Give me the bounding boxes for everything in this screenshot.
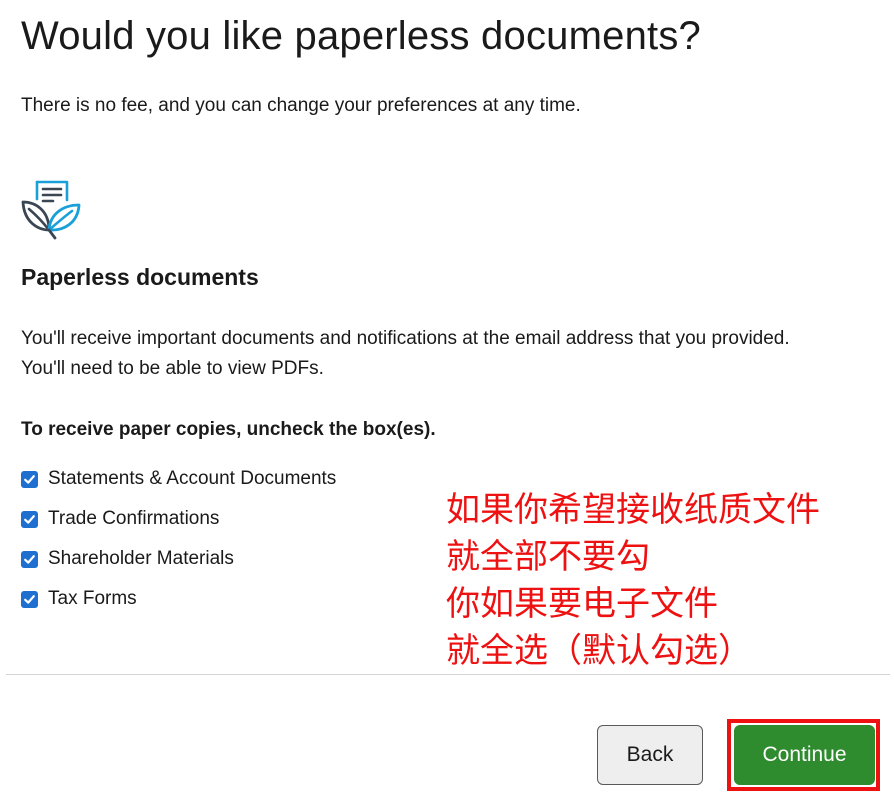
continue-button[interactable]: Continue: [734, 725, 875, 785]
annotation-line: 就全部不要勾: [446, 537, 650, 577]
paperless-heading: Paperless documents: [21, 264, 259, 290]
back-button[interactable]: Back: [597, 725, 703, 785]
checkbox-checked-icon[interactable]: [21, 550, 38, 568]
red-annotation-note: 如果你希望接收纸质文件 就全部不要勾 你如果要电子文件 就全选（默认勾选）: [446, 487, 820, 675]
footer-divider: [6, 674, 890, 675]
paperless-description-line-2: You'll need to be able to view PDFs.: [21, 358, 324, 379]
paper-copies-instruction: To receive paper copies, uncheck the box…: [21, 419, 436, 440]
option-label: Statements & Account Documents: [48, 468, 337, 489]
page-subtitle: There is no fee, and you can change your…: [21, 95, 581, 116]
checkbox-checked-icon[interactable]: [21, 590, 38, 608]
option-tax-forms[interactable]: Tax Forms: [21, 587, 137, 611]
annotation-line: 就全选（默认勾选）: [446, 631, 752, 671]
annotation-line: 如果你希望接收纸质文件: [446, 490, 820, 530]
option-shareholder-materials[interactable]: Shareholder Materials: [21, 547, 234, 571]
paperless-document-leaf-icon: [20, 178, 82, 242]
option-label: Tax Forms: [48, 588, 137, 609]
paperless-description-line-1: You'll receive important documents and n…: [21, 328, 790, 349]
option-label: Trade Confirmations: [48, 508, 220, 529]
checkbox-checked-icon[interactable]: [21, 510, 38, 528]
option-statements-account-documents[interactable]: Statements & Account Documents: [21, 467, 336, 491]
annotation-line: 你如果要电子文件: [446, 584, 718, 624]
option-label: Shareholder Materials: [48, 548, 234, 569]
page-title: Would you like paperless documents?: [21, 14, 701, 58]
option-trade-confirmations[interactable]: Trade Confirmations: [21, 507, 219, 531]
checkbox-checked-icon[interactable]: [21, 470, 38, 488]
